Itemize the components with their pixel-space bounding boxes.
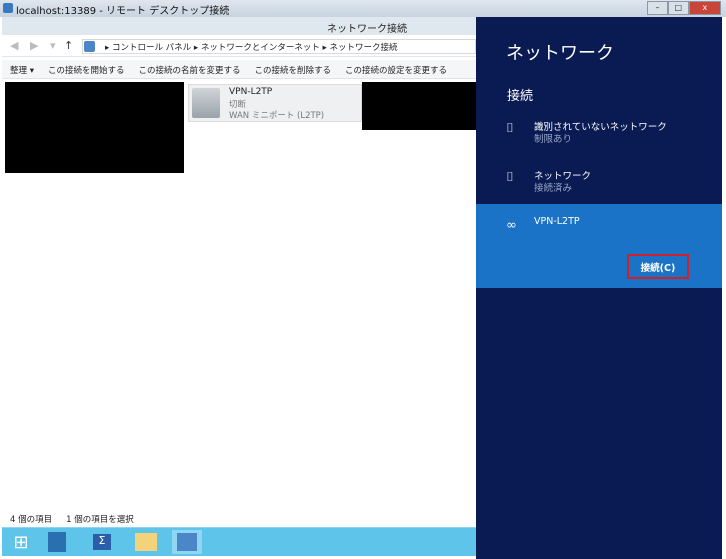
window-title: ネットワーク接続 xyxy=(327,24,407,35)
change-settings-button[interactable]: この接続の設定を変更する xyxy=(345,64,447,76)
window-title-bar: ネットワーク接続 xyxy=(2,17,476,35)
network-status: 接続済み xyxy=(534,183,573,194)
command-bar: 整理 ▾ この接続を開始する この接続の名前を変更する この接続を削除する この… xyxy=(2,60,476,79)
back-icon[interactable]: ◀ xyxy=(10,39,18,52)
redacted-area xyxy=(362,82,476,130)
ethernet-icon: ⌷ xyxy=(506,121,514,136)
network-computer-icon xyxy=(192,88,220,118)
vpn-item[interactable]: ∞ VPN-L2TP 接続(C) xyxy=(476,204,722,288)
network-charm-panel: ネットワーク 接続 ⌷ 識別されていないネットワーク 制限あり ⌷ ネットワーク… xyxy=(476,17,722,559)
vpn-name: VPN-L2TP xyxy=(534,216,580,227)
charm-title: ネットワーク xyxy=(506,43,614,64)
vpn-icon: ∞ xyxy=(506,218,517,233)
connection-device: WAN ミニポート (L2TP) xyxy=(229,111,325,121)
delete-connection-button[interactable]: この接続を削除する xyxy=(255,64,332,76)
ethernet-icon: ⌷ xyxy=(506,170,514,185)
item-count: 4 個の項目 xyxy=(10,515,53,525)
file-explorer-icon[interactable] xyxy=(133,530,159,554)
server-manager-icon[interactable] xyxy=(44,530,70,554)
start-connection-button[interactable]: この接続を開始する xyxy=(48,64,125,76)
rename-connection-button[interactable]: この接続の名前を変更する xyxy=(138,64,240,76)
connection-name: VPN-L2TP xyxy=(229,87,273,97)
maximize-button[interactable]: □ xyxy=(667,1,689,15)
redacted-area xyxy=(5,82,184,173)
dropdown-icon[interactable]: ▾ xyxy=(50,39,56,52)
rdp-title-bar: localhost:13389 - リモート デスクトップ接続 xyxy=(0,0,726,17)
forward-icon[interactable]: ▶ xyxy=(30,39,38,52)
minimize-button[interactable]: – xyxy=(647,1,668,15)
selected-count: 1 個の項目を選択 xyxy=(66,515,134,525)
rdp-app-icon xyxy=(3,3,13,13)
taskbar: ⊞ Σ xyxy=(2,527,476,556)
powershell-icon[interactable]: Σ xyxy=(89,530,115,554)
connection-item-vpn[interactable]: VPN-L2TP 切断 WAN ミニポート (L2TP) xyxy=(188,84,362,122)
organize-menu[interactable]: 整理 ▾ xyxy=(10,64,34,76)
close-button[interactable]: x xyxy=(688,1,721,15)
breadcrumb[interactable]: ▸ コントロール パネル ▸ ネットワークとインターネット ▸ ネットワーク接続 xyxy=(82,39,476,54)
connect-button[interactable]: 接続(C) xyxy=(627,254,689,279)
address-bar: ◀ ▶ ▾ ↑ ▸ コントロール パネル ▸ ネットワークとインターネット ▸ … xyxy=(2,35,476,57)
control-panel-taskbar-icon[interactable] xyxy=(172,530,202,554)
up-icon[interactable]: ↑ xyxy=(64,39,73,52)
status-bar: 4 個の項目 1 個の項目を選択 xyxy=(10,513,134,525)
network-status: 制限あり xyxy=(534,134,573,145)
start-icon[interactable]: ⊞ xyxy=(8,530,34,554)
rdp-title: localhost:13389 - リモート デスクトップ接続 xyxy=(16,6,230,17)
window-controls: – □ x xyxy=(647,1,721,15)
connections-heading: 接続 xyxy=(507,89,534,104)
